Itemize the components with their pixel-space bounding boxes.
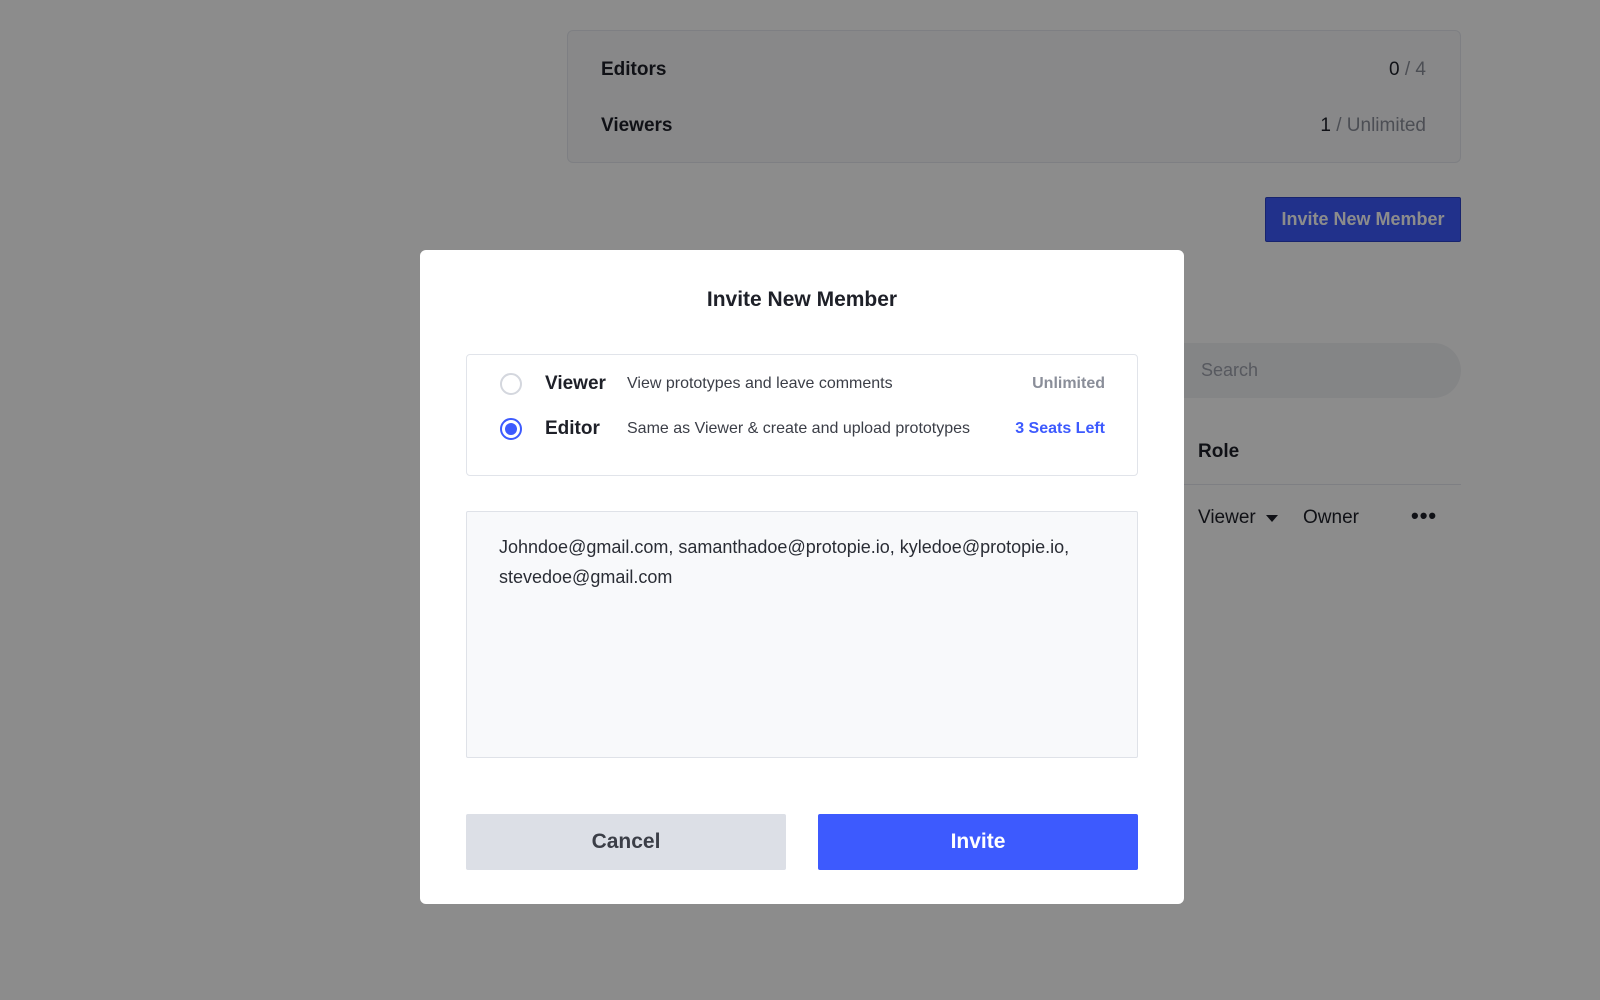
page: Editors 0 / 4 Viewers 1 / Unlimited Invi… <box>0 0 1600 1000</box>
dialog-title: Invite New Member <box>706 288 898 311</box>
role-selector: Viewer View prototypes and leave comment… <box>466 354 1138 476</box>
email-input-value: Johndoe@gmail.com, samanthadoe@protopie.… <box>499 537 1070 587</box>
role-option-viewer[interactable]: Viewer View prototypes and leave comment… <box>467 369 1137 399</box>
role-seat-availability: Unlimited <box>1032 375 1105 392</box>
role-option-editor[interactable]: Editor Same as Viewer & create and uploa… <box>467 414 1137 444</box>
email-input[interactable]: Johndoe@gmail.com, samanthadoe@protopie.… <box>466 511 1138 758</box>
role-name: Editor <box>545 418 600 439</box>
radio-unchecked-icon[interactable] <box>500 373 522 395</box>
role-description: Same as Viewer & create and upload proto… <box>627 420 971 437</box>
role-description: View prototypes and leave comments <box>627 375 893 392</box>
radio-checked-icon[interactable] <box>500 418 522 440</box>
cancel-button[interactable]: Cancel <box>466 814 786 870</box>
role-name: Viewer <box>545 373 606 394</box>
invite-button[interactable]: Invite <box>818 814 1138 870</box>
role-seat-availability: 3 Seats Left <box>1015 420 1105 437</box>
invite-member-dialog: Invite New Member Viewer View prototypes… <box>420 250 1184 904</box>
